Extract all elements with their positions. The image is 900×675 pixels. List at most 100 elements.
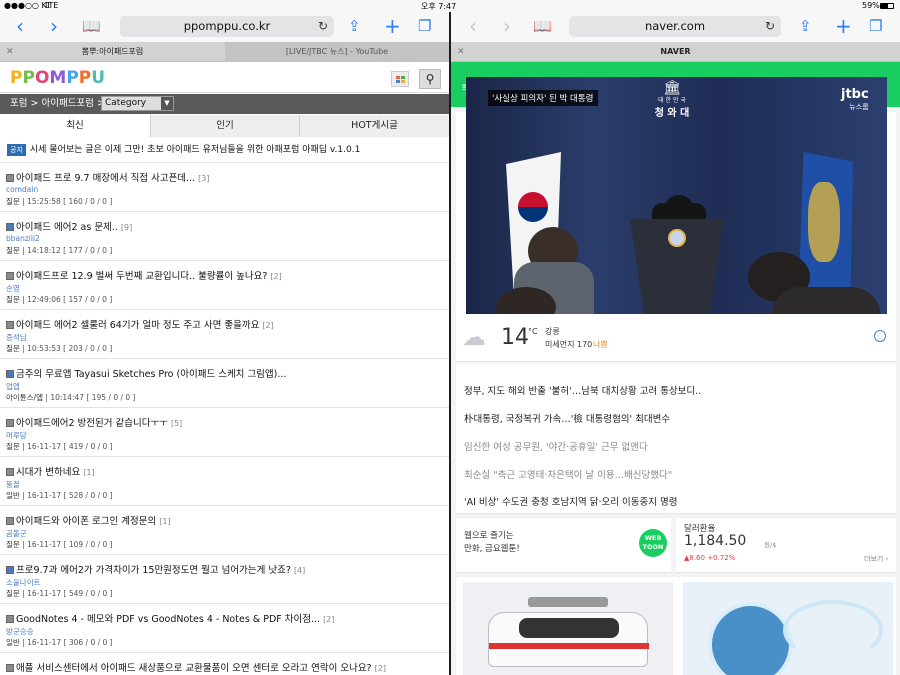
battery-percent: 59%: [862, 1, 880, 10]
post-author[interactable]: 머루당: [6, 430, 27, 441]
exchange-rate-card[interactable]: 달러환율 1,184.50 원/$ ▲8.60 +0.72% 더보기 ›: [676, 518, 896, 573]
post-item[interactable]: 애플 서비스센터에서 아이패드 새상품으로 교환물품이 오면 센터로 오라고 연…: [0, 653, 449, 675]
search-icon[interactable]: ⚲: [419, 69, 441, 89]
post-author[interactable]: 방군승승: [6, 626, 34, 637]
bookmarks-icon[interactable]: 📖: [82, 15, 101, 37]
post-title[interactable]: 아이패드프로 12.9 벌써 두번째 교환입니다.. 불량률이 높나요? [2]: [6, 268, 441, 282]
video-caption: '사실상 피의자' 된 박 대통령: [488, 90, 598, 106]
car-windshield: [519, 618, 619, 638]
share-icon[interactable]: ⇪: [799, 15, 812, 37]
post-item[interactable]: 아이패드에어2 방전된거 같습니다ㅜㅜ [5] 머루당 질문 | 16-11-17 …: [0, 408, 449, 457]
post-item[interactable]: 금주의 무료앱 Tayasui Sketches Pro (아이패드 스케치 그…: [0, 359, 449, 408]
ppomppu-logo[interactable]: PPOMPPU: [10, 68, 105, 88]
close-tab-icon[interactable]: ✕: [6, 42, 14, 62]
post-item[interactable]: 시대가 변하네요 [1] 뚱꼴 일반 | 16-11-17 [ 528 / 0 / …: [0, 457, 449, 506]
tab-hot[interactable]: HOT게시글: [300, 115, 449, 137]
reload-icon[interactable]: ↻: [318, 16, 328, 37]
video-player[interactable]: 🏛 대 한 민 국 청 와 대 '사실상 피의자' 된 박 대통령 jtbc 뉴…: [466, 77, 887, 314]
post-author[interactable]: 업앱: [6, 381, 20, 392]
right-safari-pane: ‹ › 📖 naver.com ↻ ⇪ + ❐ ✕ NAVER ≡ 🏛 대 한 …: [451, 12, 900, 675]
site-header: PPOMPPU ⚲: [0, 63, 449, 93]
weather-card[interactable]: ☁ 14 °C 강릉 미세먼지 170 나쁨: [456, 317, 896, 362]
post-item[interactable]: 아이패드 에어2 셀룰러 64기가 얼마 정도 주고 사면 좋을까요 [2] 증석…: [0, 310, 449, 359]
forward-icon[interactable]: ›: [503, 15, 511, 37]
post-title[interactable]: 프로9.7과 에어2가 가격차이가 15만원정도면 뭘고 넘어가는게 낫죠? […: [6, 562, 441, 576]
police-car-image[interactable]: [463, 582, 673, 675]
reload-icon[interactable]: ↻: [765, 16, 775, 37]
chevron-down-icon: ▼: [161, 97, 173, 110]
post-item[interactable]: 아이패드프로 12.9 벌써 두번째 교환입니다.. 불량률이 높나요? [2]…: [0, 261, 449, 310]
category-select[interactable]: Category ▼: [101, 96, 174, 111]
post-title[interactable]: 아이패드 에어2 셀룰러 64기가 얼마 정도 주고 사면 좋을까요 [2]: [6, 317, 441, 331]
more-link[interactable]: 더보기 ›: [864, 554, 888, 564]
menu-grid-icon[interactable]: [391, 71, 409, 87]
post-author[interactable]: 뚱꼴: [6, 479, 20, 490]
tab-latest[interactable]: 최신: [0, 115, 151, 137]
post-time-stats: 12:49:06 [ 157 / 0 / 0 ]: [27, 295, 113, 304]
post-title[interactable]: 아이패드에어2 방전된거 같습니다ㅜㅜ [5]: [6, 415, 441, 429]
post-meta: 질문 | 10:53:53 [ 203 / 0 / 0 ]: [6, 344, 113, 353]
news-item[interactable]: 최순실 "측근 고영태·차은택이 날 이용…배신당했다": [464, 467, 672, 481]
new-tab-icon[interactable]: +: [384, 15, 401, 37]
weather-map-image[interactable]: [683, 582, 893, 675]
fx-unit: 원/$: [764, 541, 777, 549]
post-item[interactable]: 프로9.7과 에어2가 가격차이가 15만원정도면 뭘고 넘어가는게 낫죠? […: [0, 555, 449, 604]
post-time-stats: 16-11-17 [ 549 / 0 / 0 ]: [27, 589, 113, 598]
post-title[interactable]: 아이패드 에어2 as 문제.. [9]: [6, 219, 441, 233]
post-item[interactable]: 아이패드 프로 9.7 매장에서 직접 사고픈데... [3] comdain 질문…: [0, 163, 449, 212]
webtoon-card[interactable]: 웹으로 즐기는 만화, 금요웹툰! WEB TOON: [456, 518, 671, 573]
post-author[interactable]: bbanzili2: [6, 234, 40, 243]
post-meta: 질문 | 16-11-17 [ 109 / 0 / 0 ]: [6, 540, 113, 549]
post-category: 일반: [6, 491, 20, 500]
post-category: 질문: [6, 442, 20, 451]
new-tab-icon[interactable]: +: [835, 15, 852, 37]
tab-popular[interactable]: 인기: [151, 115, 300, 137]
seal-top-text: 대 한 민 국: [658, 97, 686, 104]
post-author[interactable]: comdain: [6, 185, 38, 194]
notice-item[interactable]: 공지 시세 물어보는 글은 이제 그만! 초보 아이패드 유저님들을 위한 아패포…: [7, 142, 360, 156]
channel-logo: jtbc 뉴스룸: [841, 87, 869, 112]
post-title[interactable]: 아이패드 프로 9.7 매장에서 직접 사고픈데... [3]: [6, 170, 441, 184]
back-icon[interactable]: ‹: [469, 15, 477, 37]
post-category: 질문: [6, 344, 20, 353]
post-item[interactable]: 아이패드와 아이폰 로그인 계정문의 [1] 곰돌군 질문 | 16-11-17 […: [0, 506, 449, 555]
post-title[interactable]: 시대가 변하네요 [1]: [6, 464, 441, 478]
tab-youtube[interactable]: [LIVE/JTBC 뉴스] - YouTube: [225, 42, 449, 62]
refresh-icon[interactable]: [874, 330, 886, 342]
post-title[interactable]: GoodNotes 4 - 메모와 PDF vs GoodNotes 4 - N…: [6, 611, 441, 625]
tabs-icon[interactable]: ❐: [869, 15, 882, 37]
post-title[interactable]: 금주의 무료앱 Tayasui Sketches Pro (아이패드 스케치 그…: [6, 366, 441, 380]
forward-icon[interactable]: ›: [50, 15, 58, 37]
share-icon[interactable]: ⇪: [348, 15, 361, 37]
news-item[interactable]: 朴대통령, 국정복귀 가속…'檢 대통령혐의' 최대변수: [464, 411, 670, 425]
comment-count: [5]: [170, 419, 183, 428]
podium: [630, 219, 724, 314]
post-item[interactable]: GoodNotes 4 - 메모와 PDF vs GoodNotes 4 - N…: [0, 604, 449, 653]
tab-ppomppu[interactable]: ✕ 뽐뿌:아이패드포럼: [0, 42, 225, 62]
post-time-stats: 16-11-17 [ 528 / 0 / 0 ]: [27, 491, 113, 500]
news-item[interactable]: 정부, 지도 해외 반출 '불허'…남북 대치상황 고려 통상보디..: [464, 383, 701, 397]
close-tab-icon[interactable]: ✕: [457, 42, 465, 62]
image-icon: [6, 370, 14, 378]
document-icon: [6, 517, 14, 525]
address-bar[interactable]: ppomppu.co.kr ↻: [120, 16, 334, 37]
post-category: 질문: [6, 197, 20, 206]
post-author[interactable]: 소울나이트: [6, 577, 41, 588]
tab-label: NAVER: [660, 47, 691, 56]
image-icon: [6, 566, 14, 574]
post-author[interactable]: 증석님: [6, 332, 27, 343]
news-item[interactable]: 'AI 비상' 수도권 충청 호남지역 닭·오리 이동중지 명령: [464, 494, 677, 508]
bookmarks-icon[interactable]: 📖: [533, 15, 552, 37]
news-item[interactable]: 임신한 여성 공무원, '야간·공휴일' 근무 없앤다: [464, 439, 648, 453]
post-title[interactable]: 아이패드와 아이폰 로그인 계정문의 [1]: [6, 513, 441, 527]
tabs-icon[interactable]: ❐: [418, 15, 431, 37]
post-title[interactable]: 애플 서비스센터에서 아이패드 새상품으로 교환물품이 오면 센터로 오라고 연…: [6, 660, 441, 674]
address-bar[interactable]: naver.com ↻: [569, 16, 781, 37]
post-author[interactable]: 순영: [6, 283, 20, 294]
document-icon: [6, 174, 14, 182]
post-author[interactable]: 곰돌군: [6, 528, 27, 539]
cloud-icon: ☁: [462, 323, 486, 351]
tab-naver[interactable]: ✕ NAVER: [451, 42, 900, 62]
post-item[interactable]: 아이패드 에어2 as 문제.. [9] bbanzili2 질문 | 14:18:…: [0, 212, 449, 261]
back-icon[interactable]: ‹: [16, 15, 24, 37]
